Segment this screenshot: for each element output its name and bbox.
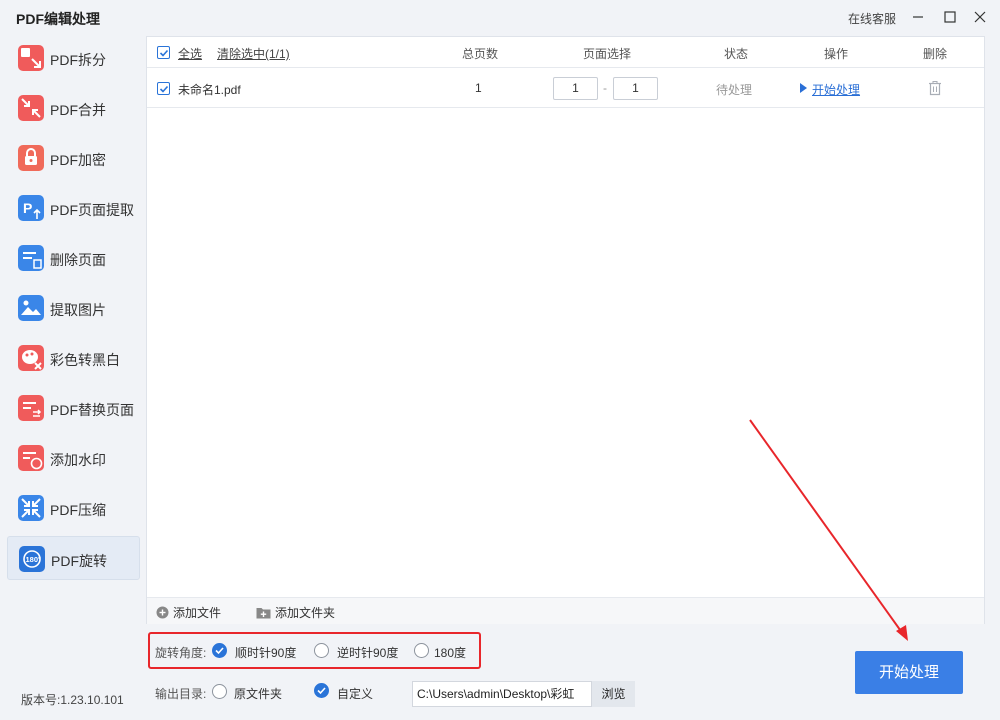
output-option-original[interactable]: 原文件夹	[234, 685, 282, 702]
rotation-option-ccw90[interactable]: 逆时针90度	[337, 644, 398, 661]
sidebar-item-extract-image[interactable]: 提取图片	[7, 286, 140, 330]
row-start-link[interactable]: 开始处理	[812, 81, 860, 98]
clear-selection-link[interactable]: 清除选中(1/1)	[217, 45, 290, 62]
rotation-option-ccw90-radio[interactable]	[314, 643, 329, 658]
sidebar-item-label: 添加水印	[50, 452, 106, 468]
sidebar-item-label: PDF拆分	[50, 52, 106, 68]
page-to-input[interactable]: 1	[613, 77, 658, 100]
image-icon	[18, 295, 44, 321]
minimize-icon[interactable]	[909, 8, 927, 26]
add-folder-button[interactable]: 添加文件夹	[256, 604, 335, 622]
output-custom-radio[interactable]	[314, 683, 329, 698]
rotation-label: 旋转角度:	[155, 646, 207, 660]
sidebar-item-watermark[interactable]: 添加水印	[7, 436, 140, 480]
output-label: 输出目录:	[155, 687, 207, 701]
sidebar-item-pdf-compress[interactable]: PDF压缩	[7, 486, 140, 530]
total-pages-value: 1	[475, 81, 482, 95]
sidebar-item-label: 删除页面	[50, 252, 106, 268]
header-page-select: 页面选择	[583, 47, 632, 61]
app-title: PDF编辑处理	[16, 11, 100, 27]
sidebar-item-label: PDF页面提取	[50, 202, 134, 218]
header-total-pages: 总页数	[462, 47, 499, 61]
svg-text:P: P	[23, 200, 32, 216]
svg-text:180°: 180°	[26, 555, 42, 564]
sidebar-item-pdf-split[interactable]: PDF拆分	[7, 36, 140, 80]
play-icon	[800, 83, 807, 93]
rotation-option-180[interactable]: 180度	[434, 644, 466, 661]
palette-icon	[18, 345, 44, 371]
panel-footer: 添加文件 添加文件夹	[147, 597, 984, 624]
sidebar-item-label: 彩色转黑白	[50, 352, 120, 368]
compress-icon	[18, 495, 44, 521]
sidebar-item-label: PDF压缩	[50, 502, 106, 518]
sidebar-item-label: PDF加密	[50, 152, 106, 168]
output-path-input[interactable]: C:\Users\admin\Desktop\彩虹	[412, 681, 592, 707]
clear-selection-text: 清除选中(1/1)	[217, 47, 290, 61]
maximize-icon[interactable]	[941, 8, 959, 26]
trash-icon[interactable]	[927, 80, 943, 96]
file-name: 未命名1.pdf	[178, 83, 241, 97]
file-panel: 全选 清除选中(1/1) 总页数 页面选择 状态 操作 删除 未命名1.pdf …	[146, 36, 985, 624]
sidebar-item-label: 提取图片	[50, 302, 106, 318]
output-option-custom[interactable]: 自定义	[337, 685, 373, 702]
sidebar-item-page-extract[interactable]: P PDF页面提取	[7, 186, 140, 230]
rotation-option-cw90-radio[interactable]	[212, 643, 227, 658]
table-header: 全选 清除选中(1/1) 总页数 页面选择 状态 操作 删除	[147, 37, 984, 68]
output-original-radio[interactable]	[212, 684, 227, 699]
header-delete: 删除	[923, 47, 948, 61]
page-extract-icon: P	[18, 195, 44, 221]
browse-button[interactable]: 浏览	[592, 681, 635, 707]
merge-icon	[18, 95, 44, 121]
sidebar-item-label: PDF合并	[50, 102, 106, 118]
split-icon	[18, 45, 44, 71]
add-file-button[interactable]: 添加文件	[156, 604, 221, 622]
sidebar-item-replace-page[interactable]: PDF替换页面	[7, 386, 140, 430]
lock-icon	[18, 145, 44, 171]
title-bar: PDF编辑处理 在线客服	[0, 0, 1000, 36]
select-all-link[interactable]: 全选	[178, 45, 202, 62]
header-status: 状态	[724, 47, 749, 61]
table-row: 未命名1.pdf 1 1 - 1 待处理 开始处理	[147, 69, 984, 108]
rotation-option-180-radio[interactable]	[414, 643, 429, 658]
replace-page-icon	[18, 395, 44, 421]
header-action: 操作	[824, 47, 849, 61]
watermark-icon	[18, 445, 44, 471]
add-folder-label: 添加文件夹	[275, 606, 336, 620]
row-checkbox[interactable]	[157, 82, 170, 95]
sidebar-item-pdf-merge[interactable]: PDF合并	[7, 86, 140, 130]
delete-page-icon	[18, 245, 44, 271]
add-file-label: 添加文件	[173, 606, 222, 620]
sidebar-item-label: PDF旋转	[51, 553, 107, 569]
select-all-checkbox[interactable]	[157, 46, 170, 59]
status-text: 待处理	[716, 83, 753, 97]
sidebar: PDF拆分 PDF合并 PDF加密 P PDF页面提取 删除页面 提取图片 彩色…	[0, 34, 146, 720]
sidebar-item-delete-page[interactable]: 删除页面	[7, 236, 140, 280]
sidebar-item-label: PDF替换页面	[50, 402, 134, 418]
sidebar-item-color-to-bw[interactable]: 彩色转黑白	[7, 336, 140, 380]
close-icon[interactable]	[971, 8, 989, 26]
online-service-link[interactable]: 在线客服	[848, 10, 896, 27]
folder-plus-icon	[256, 606, 271, 622]
rotate-icon: 180°	[19, 546, 45, 572]
page-range-separator: -	[603, 81, 607, 95]
version-label: 版本号:1.23.10.101	[21, 693, 124, 707]
sidebar-item-pdf-encrypt[interactable]: PDF加密	[7, 136, 140, 180]
plus-circle-icon	[156, 606, 169, 622]
sidebar-item-pdf-rotate[interactable]: 180° PDF旋转	[7, 536, 140, 580]
start-process-button[interactable]: 开始处理	[855, 651, 963, 694]
page-from-input[interactable]: 1	[553, 77, 598, 100]
rotation-option-cw90[interactable]: 顺时针90度	[235, 644, 296, 661]
